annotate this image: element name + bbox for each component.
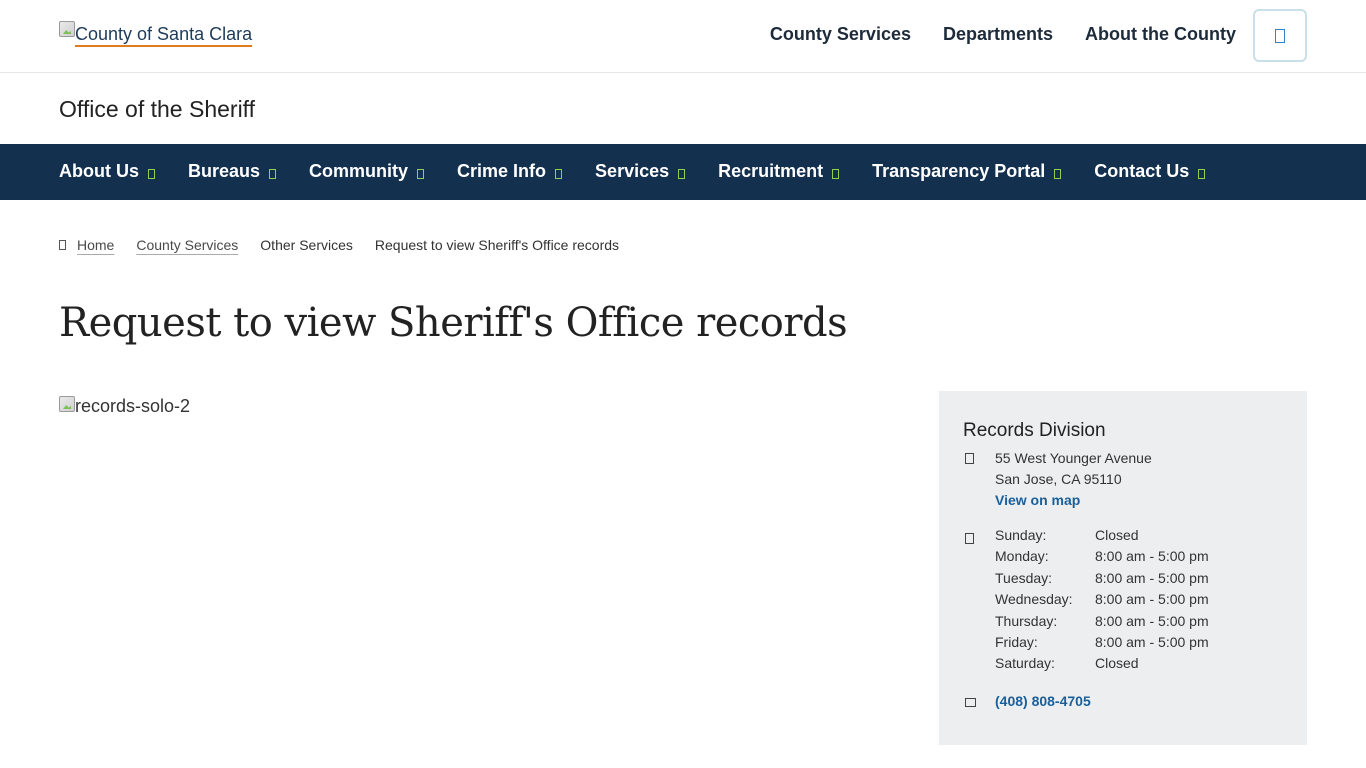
main-nav-label: Contact Us xyxy=(1094,161,1190,181)
breadcrumb: Home County Services Other Services Requ… xyxy=(59,237,619,253)
main-nav-label: About Us xyxy=(59,161,139,181)
main-nav-bureaus[interactable]: Bureaus xyxy=(188,161,277,182)
hours-time: Closed xyxy=(1095,655,1139,672)
page-title: Request to view Sheriff's Office records xyxy=(59,300,848,346)
main-nav-crime-info[interactable]: Crime Info xyxy=(457,161,563,182)
utility-nav: County Services Departments About the Co… xyxy=(770,24,1236,45)
address-line-1: 55 West Younger Avenue xyxy=(995,450,1152,466)
main-nav-label: Bureaus xyxy=(188,161,261,181)
nav-departments[interactable]: Departments xyxy=(943,24,1053,45)
logo-alt-text: County of Santa Clara xyxy=(75,24,253,44)
hours-time: 8:00 am - 5:00 pm xyxy=(1095,548,1209,565)
main-nav-label: Recruitment xyxy=(718,161,824,181)
hours-day: Wednesday: xyxy=(995,591,1073,608)
card-title: Records Division xyxy=(963,420,1106,441)
hours-row: Thursday: 8:00 am - 5:00 pm xyxy=(995,613,1209,634)
hours-day: Saturday: xyxy=(995,655,1055,672)
chevron-down-icon xyxy=(269,168,277,179)
hours-time: 8:00 am - 5:00 pm xyxy=(1095,612,1209,629)
main-nav-label: Community xyxy=(309,161,409,181)
breadcrumb-other-services: Other Services xyxy=(260,237,353,253)
search-icon xyxy=(1275,28,1285,43)
main-nav-label: Services xyxy=(595,161,670,181)
main-nav-services[interactable]: Services xyxy=(595,161,686,182)
hours-row: Sunday: Closed xyxy=(995,527,1209,548)
main-nav-about-us[interactable]: About Us xyxy=(59,161,155,182)
chevron-down-icon xyxy=(148,168,155,179)
phone-icon xyxy=(965,698,976,707)
hours-row: Friday: 8:00 am - 5:00 pm xyxy=(995,634,1209,655)
chevron-down-icon xyxy=(555,168,563,179)
hours-row: Tuesday: 8:00 am - 5:00 pm xyxy=(995,570,1209,591)
hours-time: 8:00 am - 5:00 pm xyxy=(1095,591,1209,608)
phone-link[interactable]: (408) 808-4705 xyxy=(995,693,1091,709)
hours-time: Closed xyxy=(1095,527,1139,543)
broken-image-icon xyxy=(59,21,75,37)
breadcrumb-county-services[interactable]: County Services xyxy=(136,237,238,253)
hours-row: Wednesday: 8:00 am - 5:00 pm xyxy=(995,591,1209,612)
clock-icon xyxy=(965,533,974,544)
hours-row: Saturday: Closed xyxy=(995,655,1209,676)
hours-time: 8:00 am - 5:00 pm xyxy=(1095,569,1209,586)
hours-day: Friday: xyxy=(995,633,1038,650)
hours-table: Sunday: Closed Monday: 8:00 am - 5:00 pm T… xyxy=(995,527,1209,677)
hours-day: Sunday: xyxy=(995,527,1047,543)
broken-image-icon xyxy=(59,396,75,412)
chevron-down-icon xyxy=(417,168,425,179)
breadcrumb-current: Request to view Sheriff's Office records xyxy=(374,237,620,253)
main-nav-transparency-portal[interactable]: Transparency Portal xyxy=(872,161,1062,182)
chevron-down-icon xyxy=(1054,168,1062,179)
main-nav-recruitment[interactable]: Recruitment xyxy=(718,161,840,182)
nav-about-the-county[interactable]: About the County xyxy=(1085,24,1236,45)
hours-time: 8:00 am - 5:00 pm xyxy=(1095,633,1209,650)
search-button[interactable] xyxy=(1253,9,1307,62)
main-nav-contact-us[interactable]: Contact Us xyxy=(1094,161,1206,182)
breadcrumb-home[interactable]: Home xyxy=(77,237,114,253)
main-nav: About Us Bureaus Community Crime Info Se… xyxy=(0,144,1366,200)
hours-day: Tuesday: xyxy=(995,569,1053,586)
nav-county-services[interactable]: County Services xyxy=(770,24,911,45)
hours-row: Monday: 8:00 am - 5:00 pm xyxy=(995,548,1209,569)
chevron-down-icon xyxy=(1198,168,1206,179)
site-header: County of Santa Clara County Services De… xyxy=(0,0,1366,73)
chevron-down-icon xyxy=(678,168,686,179)
county-logo-link[interactable]: County of Santa Clara xyxy=(59,20,252,45)
home-icon xyxy=(59,240,66,250)
main-nav-label: Crime Info xyxy=(457,161,547,181)
address: 55 West Younger Avenue San Jose, CA 9511… xyxy=(995,448,1152,511)
records-division-card: Records Division 55 West Younger Avenue … xyxy=(939,391,1307,745)
map-marker-icon xyxy=(965,453,974,464)
view-on-map-link[interactable]: View on map xyxy=(995,490,1152,511)
image-alt-text: records-solo-2 xyxy=(75,396,191,416)
hours-day: Monday: xyxy=(995,548,1049,565)
chevron-down-icon xyxy=(832,168,840,179)
office-title[interactable]: Office of the Sheriff xyxy=(59,96,255,123)
records-image: records-solo-2 xyxy=(59,391,190,417)
address-line-2: San Jose, CA 95110 xyxy=(995,471,1122,487)
hours-day: Thursday: xyxy=(995,612,1058,629)
main-nav-community[interactable]: Community xyxy=(309,161,425,182)
main-nav-label: Transparency Portal xyxy=(872,161,1046,181)
